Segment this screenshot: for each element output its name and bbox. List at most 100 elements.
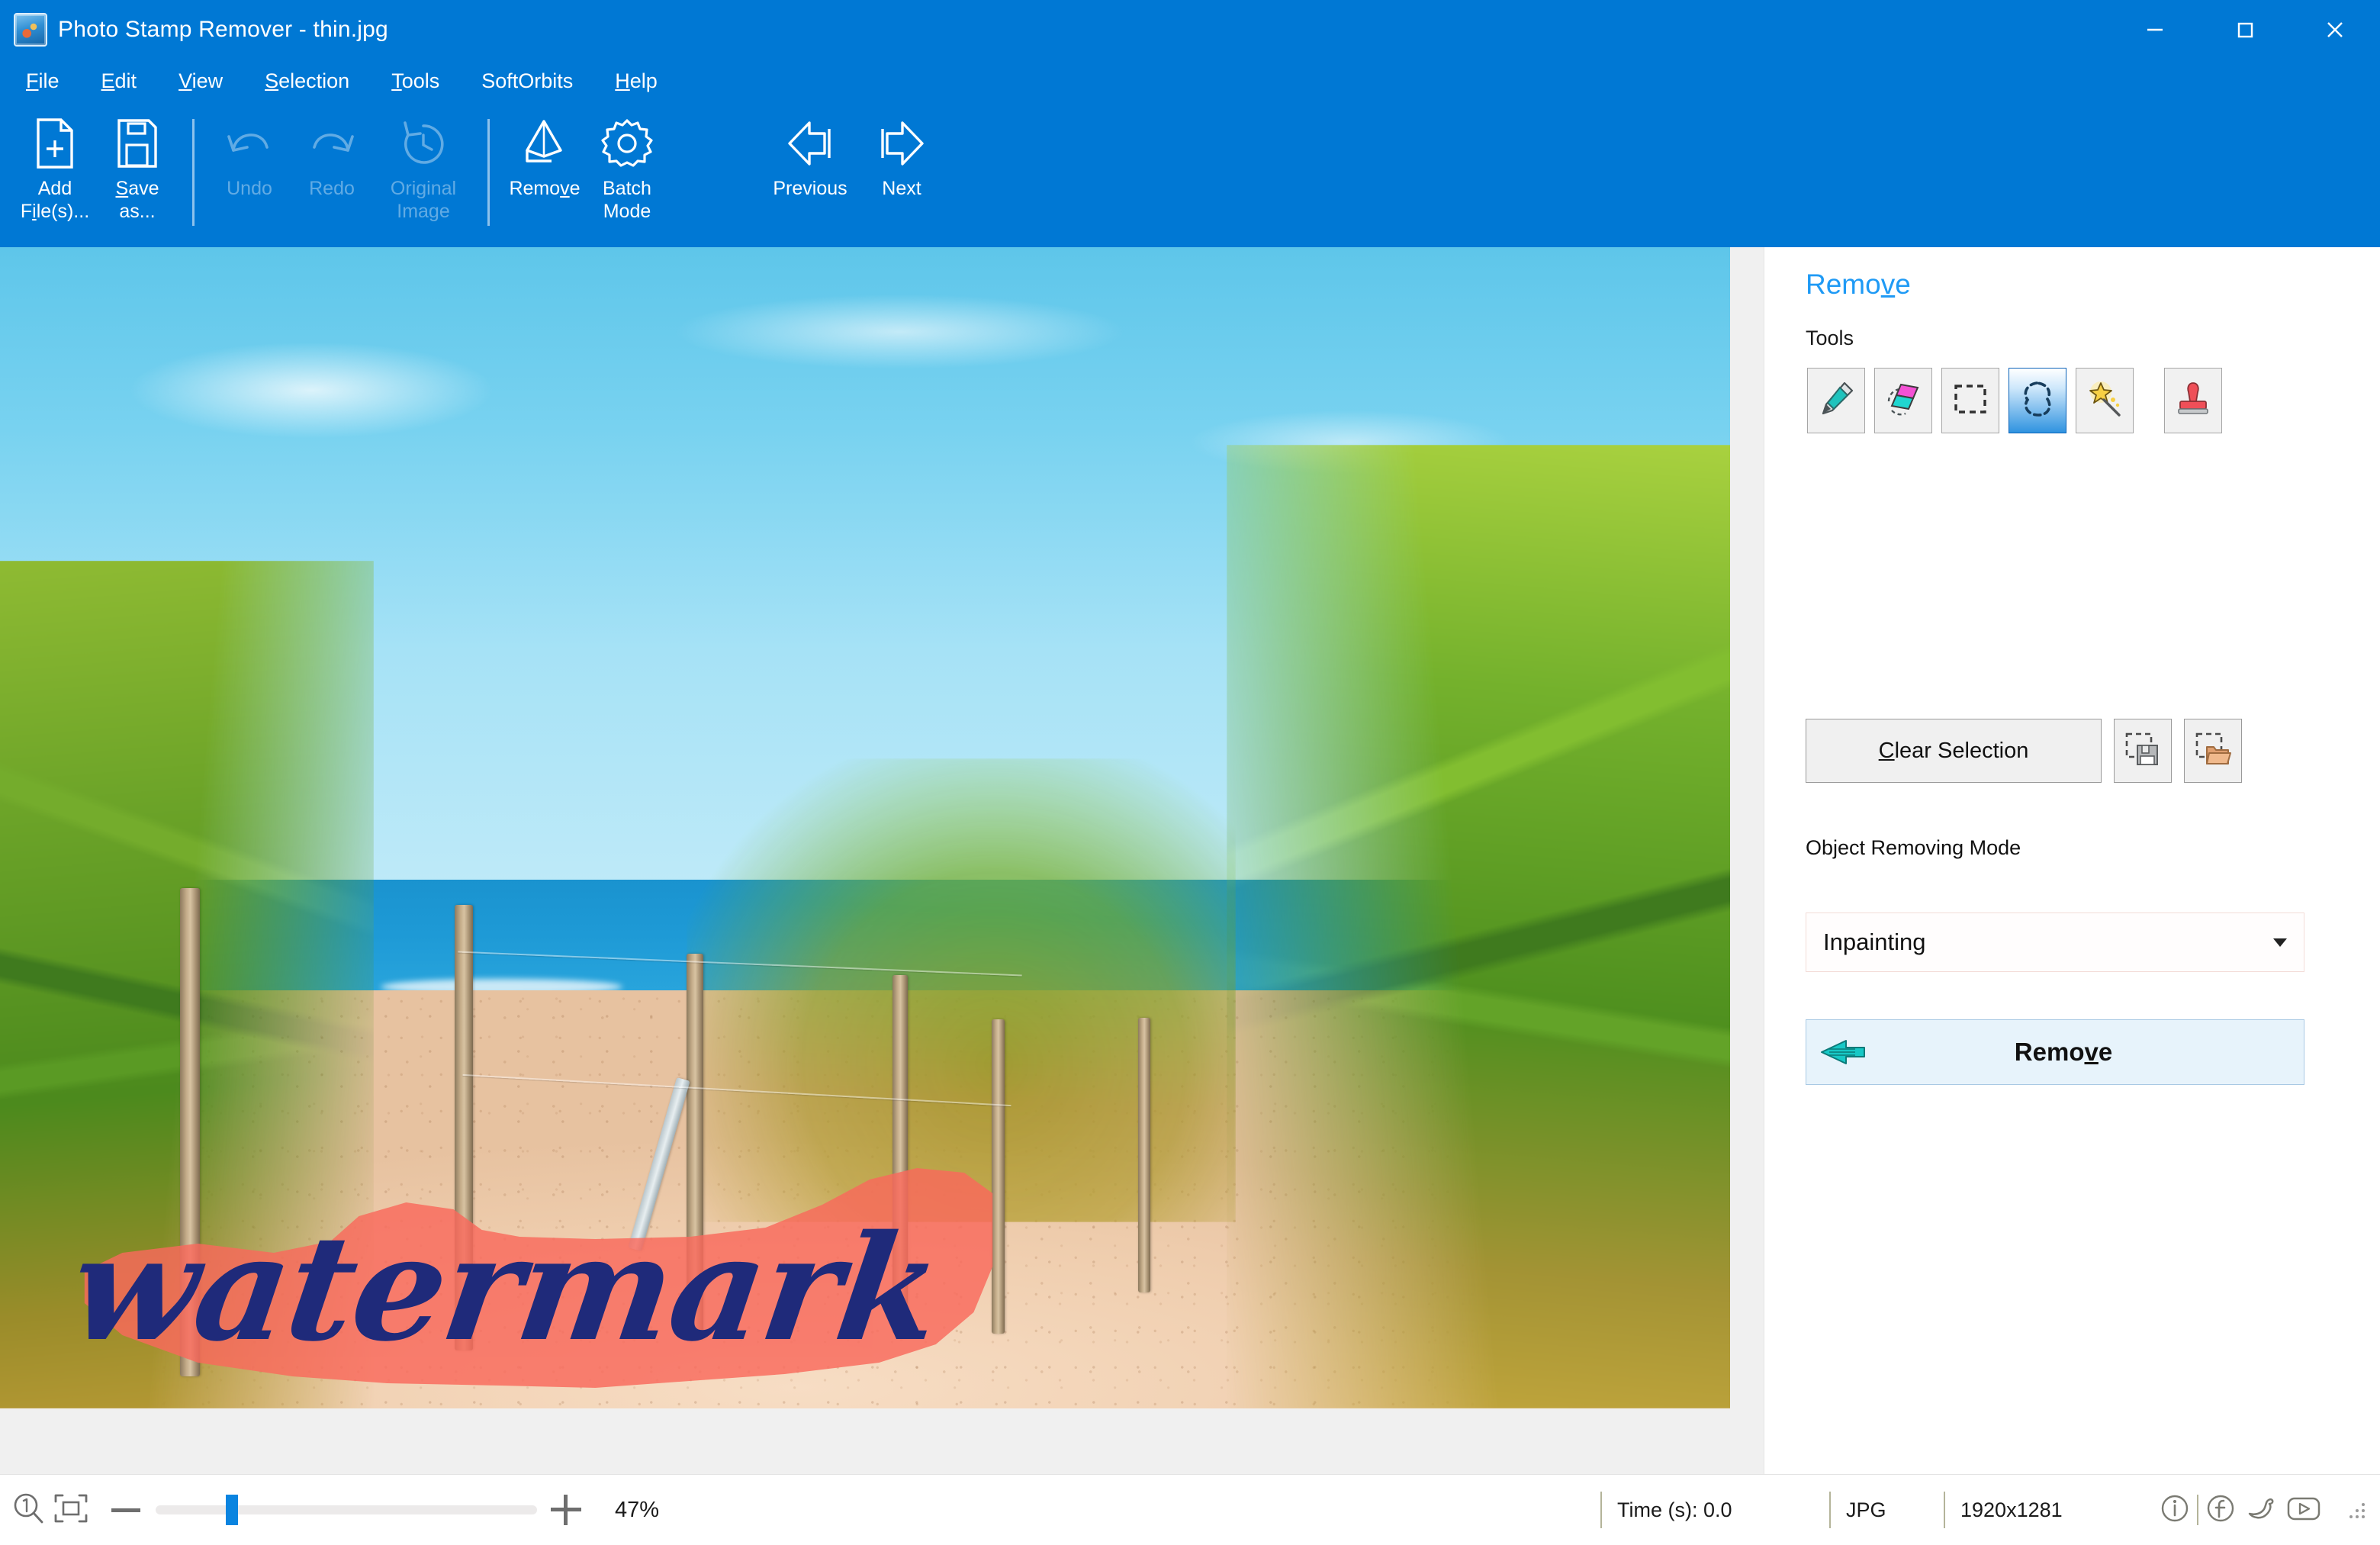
stamp-icon <box>2173 378 2214 423</box>
magic-wand-icon <box>2084 378 2125 423</box>
application-window: Photo Stamp Remover - thin.jpg File Edit… <box>0 0 2380 1545</box>
batch-mode-button[interactable]: Batch Mode <box>586 102 668 232</box>
rectangle-select-icon <box>1950 378 1991 423</box>
photo-app-icon <box>14 13 47 47</box>
redo-label: Redo <box>309 178 355 199</box>
zoom-in-button[interactable] <box>551 1495 581 1525</box>
add-file-icon <box>32 116 78 171</box>
title-bar: Photo Stamp Remover - thin.jpg <box>0 0 2380 60</box>
rectangle-select-tool-button[interactable] <box>1941 368 1999 433</box>
close-button[interactable] <box>2290 0 2380 60</box>
minimize-button[interactable] <box>2110 0 2200 60</box>
menu-edit-label: dit <box>114 69 137 92</box>
resize-grip-icon[interactable] <box>2343 1497 2369 1523</box>
load-selection-icon <box>2194 730 2232 772</box>
window-title: Photo Stamp Remover - thin.jpg <box>58 17 388 42</box>
arrow-left-icon <box>782 116 838 171</box>
lasso-select-tool-button[interactable] <box>2009 368 2066 433</box>
redo-icon <box>307 116 357 171</box>
fence-post-6 <box>1138 1018 1150 1292</box>
photo-image[interactable]: watermark <box>0 247 1730 1408</box>
info-icon[interactable] <box>2157 1491 2192 1530</box>
zoom-out-button[interactable] <box>111 1508 140 1512</box>
undo-button[interactable]: Undo <box>208 102 291 232</box>
remove-action-button[interactable]: Remove <box>1806 1019 2304 1085</box>
original-image-button[interactable]: Original Image <box>373 102 474 232</box>
menu-file-label: ile <box>38 69 60 92</box>
add-files-label: Add File(s)... <box>20 178 90 222</box>
menu-tools[interactable]: Tools <box>391 69 439 93</box>
menu-tools-label: ools <box>401 69 440 92</box>
original-image-icon <box>397 116 449 171</box>
save-as-button[interactable]: Save as... <box>96 102 178 232</box>
window-controls <box>2110 0 2380 60</box>
remove-ribbon-label: Remove <box>509 178 581 199</box>
ribbon-separator-2 <box>487 119 490 226</box>
next-label: Next <box>882 178 921 199</box>
arrow-right-icon <box>873 116 930 171</box>
tools-palette <box>1807 368 2222 433</box>
undo-label: Undo <box>227 178 272 199</box>
redo-button[interactable]: Redo <box>291 102 373 232</box>
menu-help-label: elp <box>629 69 658 92</box>
eraser-icon <box>521 116 568 171</box>
object-removing-mode-select[interactable]: Inpainting <box>1806 913 2304 972</box>
dune-grass-middle <box>687 758 1236 1223</box>
fit-to-window-icon[interactable] <box>52 1491 90 1530</box>
magic-wand-tool-button[interactable] <box>2076 368 2134 433</box>
ribbon-separator-1 <box>192 119 195 226</box>
lasso-icon <box>2017 378 2058 423</box>
ribbon-toolbar: Add File(s)... Save as... Undo Redo Orig… <box>0 102 2380 247</box>
eraser-icon <box>1883 378 1924 423</box>
remove-ribbon-button[interactable]: Remove <box>503 102 586 232</box>
watermark-text: watermark <box>61 1203 950 1373</box>
menu-selection-label: election <box>278 69 350 92</box>
clear-selection-label: Clear Selection <box>1878 738 2029 763</box>
object-removing-mode-label: Object Removing Mode <box>1806 836 2021 859</box>
stamp-tool-button[interactable] <box>2164 368 2222 433</box>
chevron-down-icon <box>2273 938 2287 947</box>
image-canvas-area[interactable]: watermark <box>0 247 1764 1474</box>
facebook-icon[interactable] <box>2203 1491 2238 1530</box>
marker-tool-button[interactable] <box>1807 368 1865 433</box>
status-social-icons <box>2157 1491 2380 1530</box>
panel-title: Remove <box>1806 269 1911 300</box>
menu-softorbits[interactable]: SoftOrbits <box>481 69 573 93</box>
menu-view[interactable]: View <box>178 69 223 93</box>
previous-button[interactable]: Previous <box>760 102 860 232</box>
save-selection-button[interactable] <box>2114 719 2172 783</box>
tools-label: Tools <box>1806 327 1854 349</box>
menu-bar: File Edit View Selection Tools SoftOrbit… <box>0 60 2380 102</box>
status-dimensions: 1920x1281 <box>1944 1492 2157 1528</box>
next-button[interactable]: Next <box>860 102 943 232</box>
watermark-selection[interactable]: watermark <box>61 1161 1011 1390</box>
clear-selection-button[interactable]: Clear Selection <box>1806 719 2102 783</box>
batch-mode-label: Batch Mode <box>603 178 651 222</box>
menu-file[interactable]: File <box>26 69 60 93</box>
load-selection-button[interactable] <box>2184 719 2242 783</box>
youtube-icon[interactable] <box>2284 1491 2324 1530</box>
maximize-button[interactable] <box>2200 0 2290 60</box>
zoom-controls: 47% <box>0 1491 659 1530</box>
menu-help[interactable]: Help <box>615 69 658 93</box>
status-time: Time (s): 0.0 <box>1600 1492 1829 1528</box>
previous-label: Previous <box>773 178 847 199</box>
zoom-slider[interactable] <box>156 1495 537 1525</box>
status-bar: 47% Time (s): 0.0 JPG 1920x1281 <box>0 1474 2380 1545</box>
gear-icon <box>601 116 653 171</box>
save-as-icon <box>115 116 159 171</box>
add-files-button[interactable]: Add File(s)... <box>14 102 96 232</box>
zoom-percent-label: 47% <box>615 1497 660 1522</box>
selection-actions-row: Clear Selection <box>1806 719 2242 783</box>
twitter-icon[interactable] <box>2243 1491 2279 1530</box>
zoom-slider-thumb[interactable] <box>226 1495 238 1525</box>
zoom-1to1-icon[interactable] <box>11 1491 46 1530</box>
menu-softorbits-label: SoftOrbits <box>481 69 574 92</box>
right-side-panel: Remove Tools Clear Selection Object Remo… <box>1764 247 2380 1474</box>
save-as-label: Save as... <box>115 178 159 222</box>
original-image-label: Original Image <box>390 178 457 222</box>
menu-selection[interactable]: Selection <box>265 69 349 93</box>
eraser-tool-button[interactable] <box>1874 368 1932 433</box>
menu-edit[interactable]: Edit <box>101 69 137 93</box>
remove-action-label: Remove <box>2014 1038 2113 1066</box>
